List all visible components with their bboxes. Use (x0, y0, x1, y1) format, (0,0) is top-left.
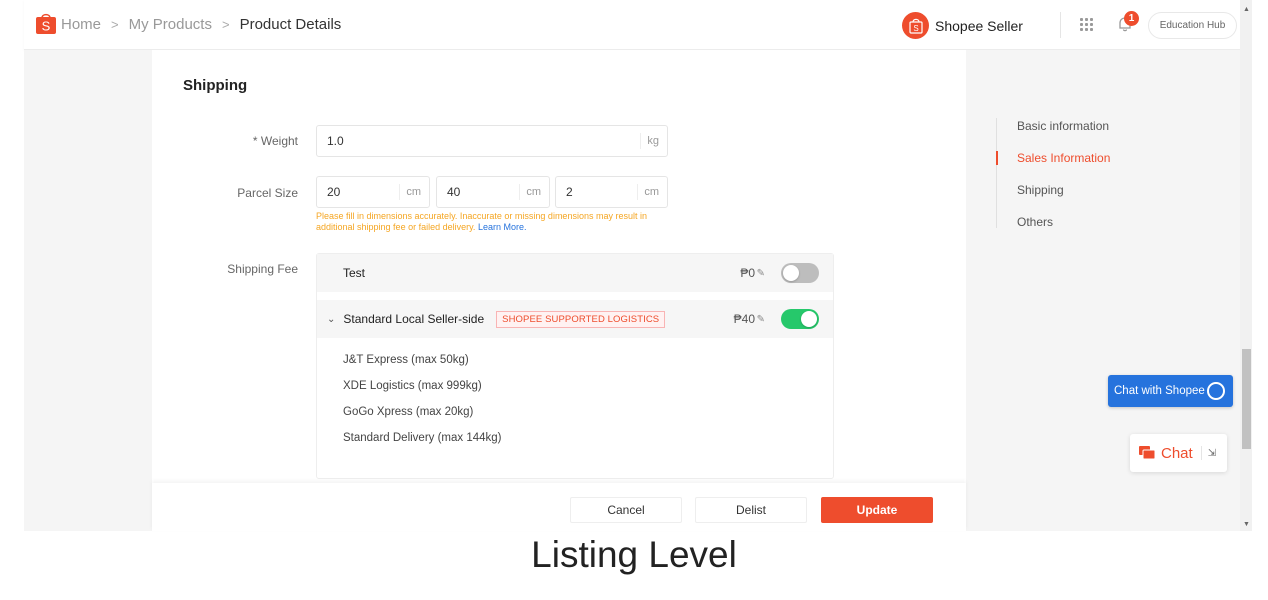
breadcrumb-product-details: Product Details (239, 16, 342, 33)
seller-name: Shopee Seller (935, 17, 1023, 34)
parcel-length-value: 20 (327, 185, 341, 199)
caption: Listing Level (531, 534, 737, 575)
divider (1200, 446, 1202, 460)
education-hub-button[interactable]: Education Hub (1148, 12, 1237, 39)
breadcrumb-separator: > (221, 17, 230, 32)
parcel-length-input[interactable]: 20 cm (316, 176, 430, 208)
edit-pencil-icon[interactable]: ✎ (757, 314, 765, 325)
seller-avatar-icon: S (902, 12, 929, 39)
parcel-width-unit: cm (519, 184, 549, 200)
divider (1060, 12, 1061, 38)
seller-account[interactable]: S Shopee Seller (902, 12, 1023, 39)
nav-basic-information[interactable]: Basic information (1017, 119, 1109, 133)
chevron-down-icon[interactable]: ⌄ (327, 314, 335, 325)
svg-text:S: S (913, 24, 918, 33)
logistics-item: J&T Express (max 50kg) (343, 354, 469, 366)
breadcrumb: Home > My Products > Product Details (61, 16, 341, 33)
shopee-logo-icon[interactable]: S (36, 12, 56, 34)
breadcrumb-home[interactable]: Home (61, 16, 101, 33)
svg-text:S: S (42, 19, 51, 34)
scroll-thumb[interactable] (1242, 349, 1251, 449)
weight-unit: kg (640, 133, 667, 149)
logistics-item: XDE Logistics (max 999kg) (343, 380, 482, 392)
parcel-size-label: Parcel Size (237, 186, 298, 200)
parcel-height-input[interactable]: 2 cm (555, 176, 668, 208)
channel-name: Standard Local Seller-side (343, 312, 485, 326)
logistics-item: Standard Delivery (max 144kg) (343, 432, 502, 444)
action-footer: Cancel Delist Update (152, 483, 966, 531)
scroll-up-arrow-icon[interactable]: ▲ (1243, 6, 1250, 13)
weight-input[interactable]: 1.0 kg (316, 125, 668, 157)
channel-price: ₱40 (733, 312, 755, 326)
shipping-fee-box: Test ₱0 ✎ ⌄ Standard Local Seller-side S… (316, 253, 834, 479)
chat-label: Chat (1161, 444, 1193, 462)
headset-icon (1207, 382, 1225, 400)
section-title: Shipping (183, 77, 248, 94)
shipping-card: Shipping * Weight 1.0 kg Parcel Size 20 … (152, 50, 966, 531)
parcel-width-input[interactable]: 40 cm (436, 176, 550, 208)
top-bar: S Home > My Products > Product Details S… (24, 0, 1240, 50)
chat-widget[interactable]: Chat ⇲ (1130, 434, 1227, 472)
breadcrumb-my-products[interactable]: My Products (129, 16, 212, 33)
scroll-down-arrow-icon[interactable]: ▼ (1243, 521, 1250, 528)
channel-price: ₱0 (740, 266, 755, 280)
chat-with-shopee-label: Chat with Shopee (1114, 385, 1205, 397)
nav-others[interactable]: Others (1017, 215, 1053, 229)
channel-row-standard-local: ⌄ Standard Local Seller-side SHOPEE SUPP… (317, 300, 833, 338)
channel-name: Test (343, 266, 366, 280)
parcel-length-unit: cm (399, 184, 429, 200)
section-nav: Basic information Sales Information Ship… (996, 118, 1110, 229)
weight-label: * Weight (252, 134, 298, 148)
learn-more-link[interactable]: Learn More. (478, 222, 527, 232)
chat-with-shopee-button[interactable]: Chat with Shopee (1108, 375, 1233, 407)
edit-pencil-icon[interactable]: ✎ (757, 268, 765, 279)
expand-chat-icon[interactable]: ⇲ (1208, 448, 1216, 459)
channel-toggle-standard-local[interactable] (781, 309, 819, 329)
parcel-size-hint: Please fill in dimensions accurately. In… (316, 211, 676, 233)
logistics-item: GoGo Xpress (max 20kg) (343, 406, 474, 418)
vertical-scrollbar[interactable]: ▲ ▼ (1240, 0, 1252, 531)
parcel-height-unit: cm (637, 184, 667, 200)
apps-grid-icon[interactable] (1080, 18, 1093, 31)
parcel-height-value: 2 (566, 185, 573, 199)
nav-sales-information[interactable]: Sales Information (1017, 151, 1110, 165)
update-button[interactable]: Update (821, 497, 933, 523)
weight-value: 1.0 (327, 134, 344, 148)
chat-bubble-icon (1139, 446, 1155, 460)
channel-toggle-test[interactable] (781, 263, 819, 283)
delist-button[interactable]: Delist (695, 497, 807, 523)
channel-row-test: Test ₱0 ✎ (317, 254, 833, 292)
breadcrumb-separator: > (111, 17, 119, 32)
active-indicator (996, 151, 998, 165)
shipping-fee-label: Shipping Fee (227, 262, 298, 276)
supported-logistics-tag: SHOPEE SUPPORTED LOGISTICS (496, 310, 666, 328)
nav-shipping[interactable]: Shipping (1017, 183, 1064, 197)
notification-badge: 1 (1124, 11, 1139, 26)
page-content: Shipping * Weight 1.0 kg Parcel Size 20 … (24, 50, 1240, 531)
cancel-button[interactable]: Cancel (570, 497, 682, 523)
parcel-width-value: 40 (447, 185, 461, 199)
